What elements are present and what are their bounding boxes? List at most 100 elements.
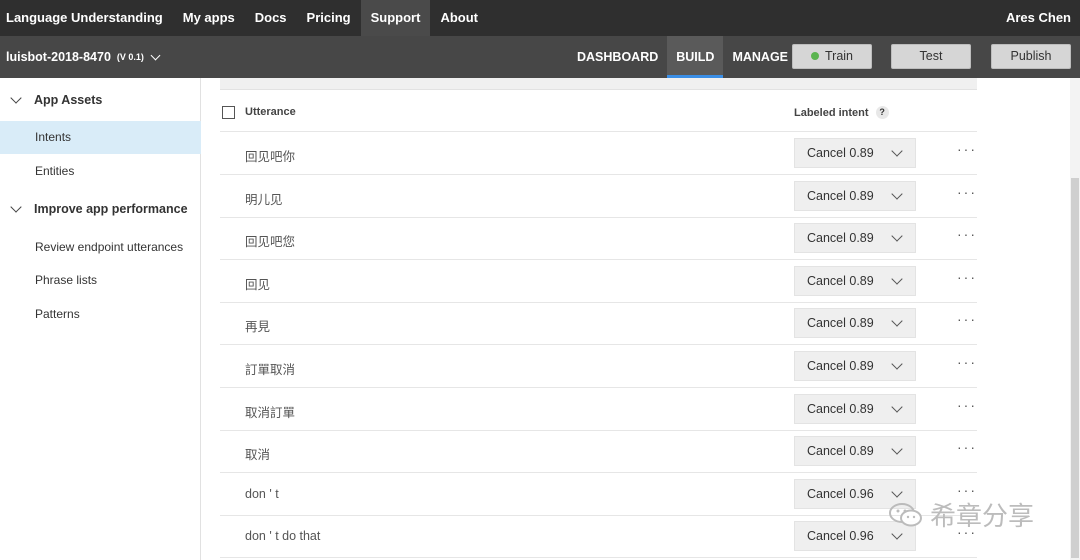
- sidebar-section-label: App Assets: [34, 93, 103, 107]
- wechat-icon: [889, 502, 922, 526]
- table-row[interactable]: don ' t Cancel 0.96 ···: [220, 473, 977, 516]
- train-button[interactable]: Train: [792, 44, 872, 69]
- nav-docs[interactable]: Docs: [245, 0, 297, 36]
- sidebar-item-review-endpoint-utterances[interactable]: Review endpoint utterances: [0, 231, 201, 264]
- chevron-down-icon: [891, 230, 903, 242]
- chevron-down-icon: [891, 315, 903, 328]
- intent-dropdown[interactable]: Cancel 0.89: [794, 138, 916, 168]
- intent-dropdown[interactable]: Cancel 0.89: [794, 180, 916, 211]
- intent-label: Cancel 0.89: [807, 146, 874, 160]
- app-bar: luisbot-2018-8470 (V 0.1) DASHBOARD BUIL…: [0, 36, 1080, 78]
- utterance-text[interactable]: 再見: [245, 316, 270, 335]
- column-header-labeled-intent[interactable]: Labeled intent ?: [794, 106, 889, 119]
- sidebar: App Assets Intents Entities Improve app …: [0, 78, 201, 560]
- publish-button[interactable]: Publish: [991, 44, 1071, 69]
- nav-support[interactable]: Support: [360, 0, 431, 36]
- app-tabs: DASHBOARD BUILD MANAGE: [568, 36, 797, 78]
- table-row[interactable]: 回见 Cancel 0.89 ···: [220, 260, 977, 303]
- more-options-icon[interactable]: ···: [957, 397, 977, 413]
- chevron-down-icon: [10, 200, 22, 213]
- chevron-down-icon: [891, 400, 903, 413]
- column-header-label: Labeled intent: [794, 106, 869, 119]
- nav-pricing[interactable]: Pricing: [297, 0, 361, 36]
- utterance-text[interactable]: 回见吧你: [245, 146, 295, 165]
- more-options-icon[interactable]: ···: [957, 354, 977, 370]
- scrollbar-thumb[interactable]: [1071, 178, 1079, 558]
- nav-my-apps[interactable]: My apps: [173, 0, 245, 36]
- tab-manage[interactable]: MANAGE: [723, 36, 797, 78]
- sidebar-section-app-assets[interactable]: App Assets: [0, 85, 102, 115]
- more-options-icon[interactable]: ···: [957, 269, 977, 285]
- sidebar-section-improve-app-performance[interactable]: Improve app performance: [0, 194, 188, 224]
- top-nav-items: Language Understanding My apps Docs Pric…: [0, 0, 488, 36]
- intent-dropdown[interactable]: Cancel 0.89: [794, 308, 916, 339]
- utterance-text[interactable]: 明儿见: [245, 189, 283, 208]
- select-all-checkbox[interactable]: [222, 106, 235, 119]
- table-row[interactable]: don ' t do that Cancel 0.96 ···: [220, 515, 977, 559]
- main-content: Utterance Labeled intent ? 回见吧你 Cancel 0.…: [201, 78, 1080, 560]
- utterance-text[interactable]: 回见: [245, 274, 270, 293]
- chevron-down-icon: [891, 358, 903, 370]
- sidebar-item-phrase-lists[interactable]: Phrase lists: [0, 264, 201, 297]
- user-name[interactable]: Ares Chen: [1006, 0, 1071, 36]
- intent-label: Cancel 0.89: [807, 188, 874, 203]
- intent-label: Cancel 0.89: [807, 316, 874, 331]
- more-options-icon[interactable]: ···: [957, 226, 977, 242]
- chevron-down-icon: [891, 187, 903, 200]
- more-options-icon[interactable]: ···: [957, 141, 977, 157]
- table-row[interactable]: 再見 Cancel 0.89 ···: [220, 302, 977, 346]
- intent-label: Cancel 0.89: [807, 273, 874, 288]
- chevron-down-icon: [10, 91, 22, 104]
- sidebar-item-intents[interactable]: Intents: [0, 121, 201, 154]
- chevron-down-icon: [150, 50, 161, 60]
- help-icon[interactable]: ?: [875, 106, 889, 119]
- intent-dropdown[interactable]: Cancel 0.89: [794, 351, 916, 381]
- intent-dropdown[interactable]: Cancel 0.89: [794, 436, 916, 467]
- train-status-dot-icon: [810, 51, 819, 60]
- intent-label: Cancel 0.89: [807, 359, 874, 373]
- table-row[interactable]: 回见吧您 Cancel 0.89 ···: [220, 217, 977, 261]
- more-options-icon[interactable]: ···: [957, 184, 977, 200]
- utterance-text[interactable]: 回见吧您: [245, 231, 295, 250]
- sidebar-section-label: Improve app performance: [34, 202, 188, 216]
- sidebar-item-patterns[interactable]: Patterns: [0, 298, 201, 331]
- intent-dropdown[interactable]: Cancel 0.89: [794, 393, 916, 424]
- chevron-down-icon: [891, 145, 903, 157]
- filter-bar: [220, 78, 977, 90]
- tab-build[interactable]: BUILD: [667, 36, 724, 78]
- intent-label: Cancel 0.96: [807, 486, 874, 501]
- table-row[interactable]: 取消 Cancel 0.89 ···: [220, 430, 977, 474]
- utterance-text[interactable]: 取消訂單: [245, 402, 295, 421]
- intent-label: Cancel 0.96: [807, 529, 874, 544]
- tab-dashboard[interactable]: DASHBOARD: [568, 36, 667, 78]
- top-nav: Language Understanding My apps Docs Pric…: [0, 0, 1080, 36]
- app-selector[interactable]: luisbot-2018-8470 (V 0.1): [6, 36, 161, 78]
- vertical-scrollbar[interactable]: [1070, 78, 1080, 560]
- app-name: luisbot-2018-8470: [6, 50, 111, 64]
- watermark-text: 希章分享: [930, 502, 1035, 532]
- chevron-down-icon: [891, 443, 903, 455]
- table-row[interactable]: 回见吧你 Cancel 0.89 ···: [220, 132, 977, 175]
- nav-about[interactable]: About: [430, 0, 488, 36]
- utterance-text[interactable]: 取消: [245, 444, 270, 463]
- utterance-text[interactable]: don ' t do that: [245, 529, 320, 543]
- intent-dropdown[interactable]: Cancel 0.89: [794, 265, 916, 296]
- train-label: Train: [824, 49, 853, 63]
- nav-language-understanding[interactable]: Language Understanding: [0, 0, 173, 36]
- table-row[interactable]: 取消訂單 Cancel 0.89 ···: [220, 388, 977, 431]
- sidebar-item-entities[interactable]: Entities: [0, 155, 201, 188]
- more-options-icon[interactable]: ···: [957, 439, 977, 455]
- utterance-text[interactable]: don ' t: [245, 487, 279, 501]
- intent-label: Cancel 0.89: [807, 231, 874, 246]
- chevron-down-icon: [891, 273, 903, 285]
- intent-dropdown[interactable]: Cancel 0.89: [794, 223, 916, 254]
- utterance-text[interactable]: 訂單取消: [245, 359, 295, 378]
- intent-label: Cancel 0.89: [807, 444, 874, 459]
- more-options-icon[interactable]: ···: [957, 311, 977, 327]
- watermark: 希章分享: [888, 496, 1034, 533]
- column-header-utterance[interactable]: Utterance: [245, 106, 296, 118]
- table-header: Utterance Labeled intent ?: [220, 98, 977, 132]
- test-button[interactable]: Test: [891, 44, 971, 69]
- table-row[interactable]: 明儿见 Cancel 0.89 ···: [220, 175, 977, 218]
- table-row[interactable]: 訂單取消 Cancel 0.89 ···: [220, 345, 977, 388]
